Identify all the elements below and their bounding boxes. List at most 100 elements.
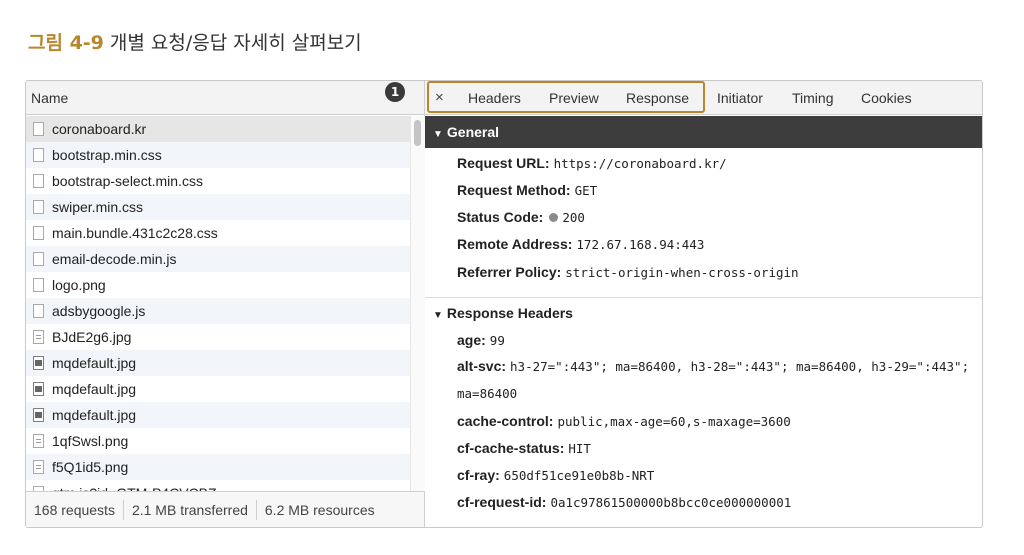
request-name: swiper.min.css <box>52 199 144 215</box>
cache-control-value: public,max-age=60,s-maxage=3600 <box>557 414 791 429</box>
remote-address-value: 172.67.168.94:443 <box>576 237 705 252</box>
document-icon <box>33 122 44 136</box>
document-icon <box>33 226 44 240</box>
name-column-header[interactable]: Name <box>26 81 424 115</box>
age-key: age: <box>457 332 486 348</box>
request-row[interactable]: f5Q1id5.png <box>26 454 410 480</box>
request-row[interactable]: 1qfSwsl.png <box>26 428 410 454</box>
triangle-down-icon: ▼ <box>433 310 443 321</box>
request-method-key: Request Method: <box>457 182 571 198</box>
scrollbar-thumb[interactable] <box>414 120 421 146</box>
request-list-pane: Name coronaboard.kr bootstrap.min.css boot… <box>26 81 425 527</box>
request-name: email-decode.min.js <box>52 251 177 267</box>
cf-request-id-value: 0a1c97861500000b8bcc0ce000000001 <box>550 495 792 510</box>
cf-ray-key: cf-ray: <box>457 467 500 483</box>
request-method-row: Request Method: GET <box>457 182 977 198</box>
tab-headers[interactable]: Headers <box>468 81 521 115</box>
document-icon <box>33 278 44 292</box>
referrer-policy-row: Referrer Policy: strict-origin-when-cross… <box>457 264 977 280</box>
document-icon <box>33 200 44 214</box>
request-row[interactable]: coronaboard.kr <box>26 116 410 142</box>
remote-address-key: Remote Address: <box>457 236 573 252</box>
figure-caption: 그림 4-9 개별 요청/응답 자세히 살펴보기 <box>28 28 362 55</box>
request-row[interactable]: mqdefault.jpg <box>26 350 410 376</box>
cf-cache-status-value: HIT <box>568 441 591 456</box>
tab-initiator[interactable]: Initiator <box>717 81 763 115</box>
request-row[interactable]: logo.png <box>26 272 410 298</box>
alt-svc-value: h3-27=":443"; ma=86400, h3-28=":443"; ma… <box>457 359 970 401</box>
request-list: coronaboard.kr bootstrap.min.css bootstrap… <box>26 116 410 491</box>
remote-address-row: Remote Address: 172.67.168.94:443 <box>457 236 977 252</box>
request-row[interactable]: mqdefault.jpg <box>26 376 410 402</box>
request-name: bootstrap-select.min.css <box>52 173 203 189</box>
document-icon <box>33 304 44 318</box>
referrer-policy-key: Referrer Policy: <box>457 264 562 280</box>
close-icon[interactable]: × <box>435 81 444 115</box>
request-row[interactable]: gtm.js?id=GTM-P4CVCBZ <box>26 480 410 491</box>
request-name: mqdefault.jpg <box>52 407 137 423</box>
request-row[interactable]: bootstrap-select.min.css <box>26 168 410 194</box>
request-list-scrollbar[interactable] <box>410 116 425 491</box>
document-icon <box>33 174 44 188</box>
cf-ray-row: cf-ray: 650df51ce91e0b8b-NRT <box>457 467 977 483</box>
request-row[interactable]: bootstrap.min.css <box>26 142 410 168</box>
request-name: logo.png <box>52 277 106 293</box>
tab-preview[interactable]: Preview <box>549 81 599 115</box>
status-dot-icon <box>549 213 559 222</box>
figure-title: 개별 요청/응답 자세히 살펴보기 <box>109 32 362 54</box>
png-icon <box>33 330 44 344</box>
cf-ray-value: 650df51ce91e0b8b-NRT <box>503 468 655 483</box>
request-name: coronaboard.kr <box>52 121 147 137</box>
tab-response[interactable]: Response <box>626 81 689 115</box>
age-value: 99 <box>489 333 505 348</box>
image-icon <box>33 382 44 396</box>
request-row[interactable]: adsbygoogle.js <box>26 298 410 324</box>
alt-svc-row: alt-svc: h3-27=":443"; ma=86400, h3-28=":… <box>457 353 977 407</box>
tab-timing[interactable]: Timing <box>792 81 834 115</box>
image-icon <box>33 356 44 370</box>
cf-cache-status-row: cf-cache-status: HIT <box>457 440 977 456</box>
request-row[interactable]: main.bundle.431c2c28.css <box>26 220 410 246</box>
general-section-header[interactable]: ▼ General <box>425 116 982 148</box>
devtools-network-panel: Name coronaboard.kr bootstrap.min.css boot… <box>25 80 983 528</box>
png-icon <box>33 460 44 474</box>
resources-size: 6.2 MB resources <box>264 501 375 518</box>
request-name: mqdefault.jpg <box>52 355 137 371</box>
status-code-key: Status Code: <box>457 209 544 225</box>
request-name: mqdefault.jpg <box>52 381 137 397</box>
triangle-down-icon: ▼ <box>433 129 443 140</box>
cache-control-key: cache-control: <box>457 413 554 429</box>
figure-label: 그림 4-9 <box>28 32 104 54</box>
transferred-size: 2.1 MB transferred <box>131 501 248 518</box>
response-headers-section-header[interactable]: ▼ Response Headers <box>425 297 982 327</box>
request-row[interactable]: swiper.min.css <box>26 194 410 220</box>
request-row[interactable]: email-decode.min.js <box>26 246 410 272</box>
cache-control-row: cache-control: public,max-age=60,s-maxage… <box>457 413 977 429</box>
request-name: BJdE2g6.jpg <box>52 329 132 345</box>
cf-request-id-key: cf-request-id: <box>457 494 547 510</box>
image-icon <box>33 408 44 422</box>
tab-cookies[interactable]: Cookies <box>861 81 912 115</box>
request-name: main.bundle.431c2c28.css <box>52 225 218 241</box>
status-code-value: 200 <box>562 210 585 225</box>
png-icon <box>33 434 44 448</box>
request-name: adsbygoogle.js <box>52 303 146 319</box>
network-status-bar: 168 requests 2.1 MB transferred 6.2 MB r… <box>26 491 424 527</box>
request-url-key: Request URL: <box>457 155 550 171</box>
request-row[interactable]: BJdE2g6.jpg <box>26 324 410 350</box>
request-row[interactable]: mqdefault.jpg <box>26 402 410 428</box>
request-name: f5Q1id5.png <box>52 459 129 475</box>
request-url-row: Request URL: https://coronaboard.kr/ <box>457 155 977 171</box>
request-method-value: GET <box>574 183 598 198</box>
request-name: 1qfSwsl.png <box>52 433 129 449</box>
cf-request-id-row: cf-request-id: 0a1c97861500000b8bcc0ce000… <box>457 494 977 510</box>
request-url-value: https://coronaboard.kr/ <box>553 156 727 171</box>
document-icon <box>33 148 44 162</box>
document-icon <box>33 252 44 266</box>
general-section-title: General <box>446 124 500 140</box>
detail-tabbar: × Headers Preview Response Initiator Tim… <box>425 81 982 115</box>
alt-svc-key: alt-svc: <box>457 358 507 374</box>
request-name: bootstrap.min.css <box>52 147 162 163</box>
callout-badge: 1 <box>385 82 405 102</box>
requests-count: 168 requests <box>34 501 115 518</box>
